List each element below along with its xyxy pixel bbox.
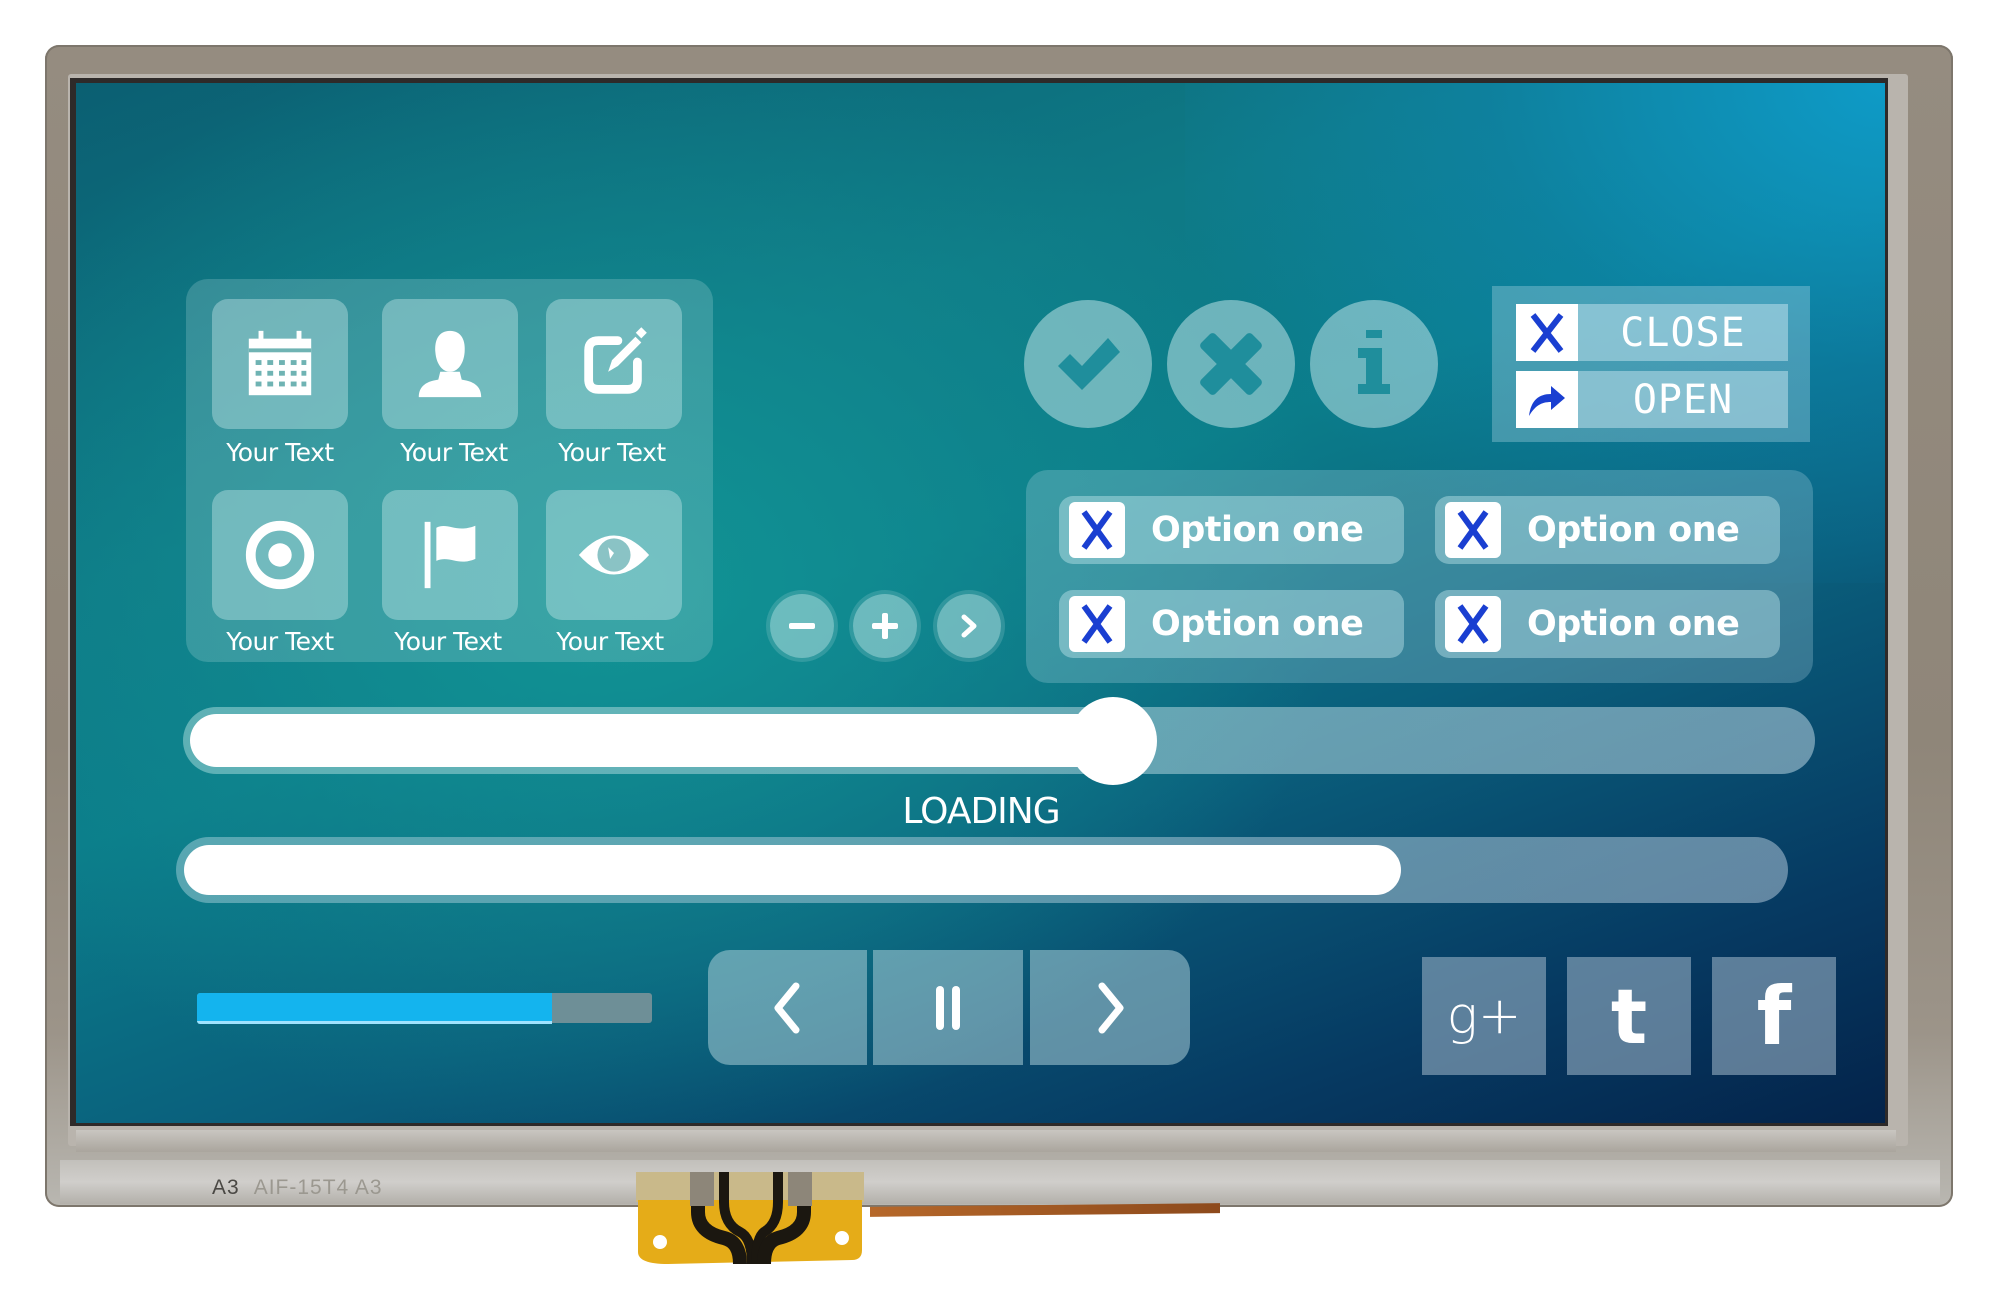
tile-label: Your Text	[226, 438, 334, 467]
user-icon	[418, 330, 482, 398]
tile-edit[interactable]	[546, 299, 682, 429]
x-check-icon	[1457, 604, 1489, 644]
plus-button[interactable]	[853, 594, 917, 658]
cancel-button[interactable]	[1167, 300, 1295, 428]
plus-icon	[872, 613, 898, 639]
previous-button[interactable]	[708, 950, 867, 1065]
x-check-icon	[1081, 604, 1113, 644]
option-label: Option one	[1151, 510, 1364, 550]
slider-knob[interactable]	[1069, 697, 1158, 785]
panel-label-faint: AIF-15T4 A3	[253, 1176, 383, 1199]
tile-label: Your Text	[394, 627, 502, 656]
pause-icon	[936, 985, 960, 1030]
media-controls	[708, 950, 1190, 1065]
mini-progress-fill	[197, 993, 552, 1024]
touch-screen: Your Text Your Text Your Text Your Text …	[76, 83, 1885, 1123]
tumblr-icon: t	[1610, 971, 1648, 1061]
confirm-button[interactable]	[1024, 300, 1152, 428]
calendar-icon	[248, 330, 312, 396]
option-checkbox[interactable]: Option one	[1059, 496, 1404, 564]
x-check-icon	[1457, 510, 1489, 550]
option-checkbox[interactable]: Option one	[1435, 496, 1780, 564]
tumblr-button[interactable]: t	[1567, 957, 1691, 1075]
chevron-right-icon	[961, 614, 977, 638]
close-icon-box	[1516, 304, 1578, 361]
close-icon	[1530, 312, 1564, 353]
google-plus-icon: g+	[1446, 986, 1522, 1046]
checkbox[interactable]	[1445, 596, 1501, 652]
share-arrow-icon	[1529, 385, 1565, 416]
loading-progress-bar	[176, 837, 1788, 903]
close-label: CLOSE	[1620, 309, 1746, 356]
eye-icon	[578, 535, 650, 575]
facebook-button[interactable]: f	[1712, 957, 1836, 1075]
pause-button[interactable]	[873, 950, 1023, 1065]
option-label: Option one	[1527, 604, 1740, 644]
next-button[interactable]	[1030, 950, 1190, 1065]
close-button[interactable]: CLOSE	[1516, 304, 1788, 361]
panel-label-main: A3	[212, 1176, 240, 1199]
tile-eye[interactable]	[546, 490, 682, 620]
checkbox[interactable]	[1069, 502, 1125, 558]
option-checkbox[interactable]: Option one	[1059, 590, 1404, 658]
tile-label: Your Text	[556, 627, 664, 656]
option-label: Option one	[1527, 510, 1740, 550]
open-label: OPEN	[1632, 376, 1734, 423]
edit-icon	[584, 327, 647, 394]
checkbox[interactable]	[1069, 596, 1125, 652]
tile-target[interactable]	[212, 490, 348, 620]
next-small-button[interactable]	[937, 594, 1001, 658]
minus-button[interactable]	[770, 594, 834, 658]
target-icon	[245, 520, 315, 590]
x-icon	[1200, 333, 1262, 395]
tile-label: Your Text	[558, 438, 666, 467]
option-checkbox[interactable]: Option one	[1435, 590, 1780, 658]
facebook-icon: f	[1756, 969, 1792, 1063]
x-check-icon	[1081, 510, 1113, 550]
loading-progress-fill	[184, 845, 1402, 895]
tile-flag[interactable]	[382, 490, 518, 620]
slider-fill	[190, 714, 1114, 767]
mini-progress-bar	[197, 993, 652, 1024]
info-button[interactable]	[1310, 300, 1438, 428]
open-icon-box	[1516, 371, 1578, 428]
flag-icon	[424, 521, 476, 589]
info-icon	[1358, 330, 1390, 394]
check-icon	[1058, 338, 1120, 390]
chevron-right-icon	[1098, 982, 1124, 1033]
tile-user[interactable]	[382, 299, 518, 429]
panel-label: A3 AIF-15T4 A3	[212, 1176, 383, 1200]
open-button[interactable]: OPEN	[1516, 371, 1788, 428]
tile-label: Your Text	[226, 627, 334, 656]
bezel-bottom-strip	[76, 1130, 1896, 1152]
tile-calendar[interactable]	[212, 299, 348, 429]
loading-label: LOADING	[902, 791, 1060, 832]
checkbox[interactable]	[1445, 502, 1501, 558]
option-label: Option one	[1151, 604, 1364, 644]
slider-track[interactable]	[183, 697, 1815, 785]
flex-connector	[636, 1172, 864, 1265]
chevron-left-icon	[774, 982, 799, 1033]
google-plus-button[interactable]: g+	[1422, 957, 1546, 1075]
tile-label: Your Text	[400, 438, 508, 467]
minus-icon	[789, 623, 815, 629]
